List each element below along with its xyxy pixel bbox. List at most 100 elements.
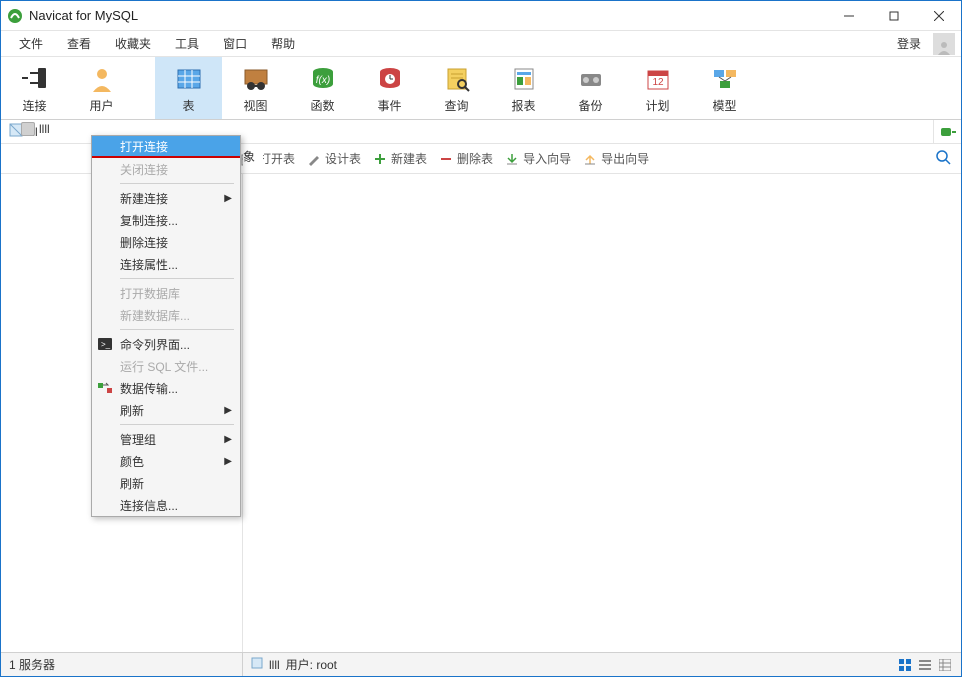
toolbar-label: 模型 <box>712 97 736 114</box>
ctx-refresh2[interactable]: 刷新 <box>92 472 240 494</box>
status-connection-icon <box>251 657 263 672</box>
design-icon <box>307 152 321 166</box>
toolbar-label: 备份 <box>578 97 602 114</box>
menu-favorites[interactable]: 收藏夹 <box>103 31 163 56</box>
chevron-right-icon: ▶ <box>224 456 232 467</box>
clock-icon <box>375 63 405 95</box>
design-table-button[interactable]: 设计表 <box>307 150 361 167</box>
status-connection-name: llll <box>269 658 280 672</box>
status-server-count: 1 服务器 <box>1 653 243 676</box>
export-wizard-button[interactable]: 导出向导 <box>583 150 649 167</box>
connection-tree-icon <box>21 122 35 136</box>
ctx-connection-properties[interactable]: 连接属性... <box>92 253 240 275</box>
tree-connection[interactable]: llll <box>13 120 58 138</box>
toolbar-backup[interactable]: 备份 <box>557 57 624 119</box>
toolbar-label: 表 <box>182 97 194 114</box>
ctx-close-connection: 关闭连接 <box>92 158 240 180</box>
view-grid-icon[interactable] <box>897 657 913 673</box>
toolbar-view[interactable]: 视图 <box>222 57 289 119</box>
model-icon <box>710 63 740 95</box>
ctx-refresh[interactable]: 刷新▶ <box>92 399 240 421</box>
ctx-color[interactable]: 颜色▶ <box>92 450 240 472</box>
toolbar-label: 函数 <box>310 97 334 114</box>
search-icon[interactable] <box>935 149 951 168</box>
ctx-delete-connection[interactable]: 删除连接 <box>92 231 240 253</box>
svg-text:>_: >_ <box>101 340 111 349</box>
toolbar-schedule[interactable]: 12 计划 <box>624 57 691 119</box>
menu-help[interactable]: 帮助 <box>259 31 307 56</box>
app-icon <box>7 8 23 24</box>
statusbar: 1 服务器 llll 用户: root <box>1 652 961 676</box>
view-icon <box>241 63 271 95</box>
toolbar-label: 计划 <box>645 97 669 114</box>
minimize-button[interactable] <box>826 1 871 31</box>
menu-view[interactable]: 查看 <box>55 31 103 56</box>
ctx-connection-info[interactable]: 连接信息... <box>92 494 240 516</box>
menu-file[interactable]: 文件 <box>7 31 55 56</box>
toolbar-report[interactable]: 报表 <box>490 57 557 119</box>
ctx-console[interactable]: >_ 命令列界面... <box>92 333 240 355</box>
app-title: Navicat for MySQL <box>29 8 138 23</box>
avatar[interactable] <box>933 33 955 55</box>
svg-text:f(x): f(x) <box>315 75 329 86</box>
obj-label: 导出向导 <box>601 150 649 167</box>
toolbar-label: 报表 <box>511 97 535 114</box>
ctx-separator <box>120 278 234 279</box>
new-table-button[interactable]: 新建表 <box>373 150 427 167</box>
obj-label: 打开表 <box>259 150 295 167</box>
backup-icon <box>576 63 606 95</box>
toolbar: 连接 用户 表 视图 f(x) 函数 事件 查询 报表 备份 12 计划 模型 <box>1 57 961 120</box>
chevron-right-icon: ▶ <box>224 434 232 445</box>
menubar: 文件 查看 收藏夹 工具 窗口 帮助 登录 <box>1 31 961 57</box>
obj-label: 新建表 <box>391 150 427 167</box>
toolbar-label: 视图 <box>243 97 267 114</box>
ctx-copy-connection[interactable]: 复制连接... <box>92 209 240 231</box>
toolbar-model[interactable]: 模型 <box>691 57 758 119</box>
minus-icon <box>439 152 453 166</box>
import-icon <box>505 152 519 166</box>
menu-window[interactable]: 窗口 <box>211 31 259 56</box>
user-icon <box>87 63 117 95</box>
ctx-manage-group[interactable]: 管理组▶ <box>92 428 240 450</box>
ctx-separator <box>120 183 234 184</box>
status-user: 用户: root <box>286 656 337 673</box>
toolbar-label: 连接 <box>22 97 46 114</box>
path-extra-icon[interactable] <box>933 120 961 144</box>
toolbar-function[interactable]: f(x) 函数 <box>289 57 356 119</box>
import-wizard-button[interactable]: 导入向导 <box>505 150 571 167</box>
export-icon <box>583 152 597 166</box>
close-button[interactable] <box>916 1 961 31</box>
toolbar-connection[interactable]: 连接 <box>1 57 68 119</box>
tree-connection-label: llll <box>39 122 50 136</box>
toolbar-table[interactable]: 表 <box>155 57 222 119</box>
console-icon: >_ <box>97 336 113 352</box>
content-area <box>243 174 961 671</box>
toolbar-label: 查询 <box>444 97 468 114</box>
ctx-separator <box>120 424 234 425</box>
ctx-data-transfer[interactable]: 数据传输... <box>92 377 240 399</box>
view-list-icon[interactable] <box>917 657 933 673</box>
toolbar-query[interactable]: 查询 <box>423 57 490 119</box>
obj-label: 删除表 <box>457 150 493 167</box>
plus-icon <box>373 152 387 166</box>
view-detail-icon[interactable] <box>937 657 953 673</box>
object-tab-partial: 象 <box>243 144 263 168</box>
view-mode-buttons <box>897 657 961 673</box>
obj-label: 导入向导 <box>523 150 571 167</box>
svg-text:12: 12 <box>652 77 664 88</box>
ctx-new-connection[interactable]: 新建连接▶ <box>92 187 240 209</box>
calendar-icon: 12 <box>643 63 673 95</box>
maximize-button[interactable] <box>871 1 916 31</box>
ctx-open-database: 打开数据库 <box>92 282 240 304</box>
toolbar-user[interactable]: 用户 <box>68 57 135 119</box>
menu-tools[interactable]: 工具 <box>163 31 211 56</box>
toolbar-label: 事件 <box>377 97 401 114</box>
ctx-open-connection[interactable]: 打开连接 <box>92 136 240 158</box>
login-link[interactable]: 登录 <box>889 31 929 56</box>
ctx-new-database: 新建数据库... <box>92 304 240 326</box>
plug-icon <box>20 63 50 95</box>
ctx-separator <box>120 329 234 330</box>
toolbar-event[interactable]: 事件 <box>356 57 423 119</box>
delete-table-button[interactable]: 删除表 <box>439 150 493 167</box>
obj-label: 设计表 <box>325 150 361 167</box>
